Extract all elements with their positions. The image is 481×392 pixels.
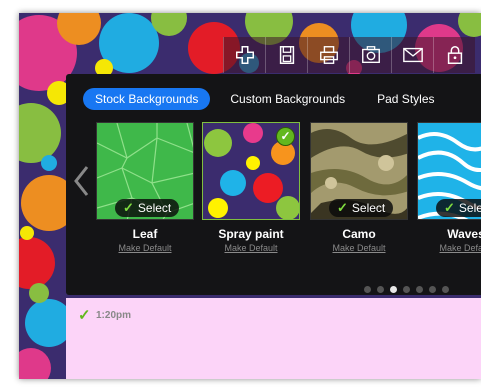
select-button[interactable]: ✓Select <box>115 199 180 217</box>
background-picker-panel: Stock Backgrounds Custom Backgrounds Pad… <box>66 74 481 295</box>
tab-stock-backgrounds[interactable]: Stock Backgrounds <box>83 88 211 110</box>
background-tile-spray-paint[interactable]: ✓ Spray paint Make Default <box>202 122 300 253</box>
select-button[interactable]: ✓Select <box>436 199 481 217</box>
background-name: Spray paint <box>218 227 284 241</box>
lock-icon <box>447 46 462 64</box>
plus-icon <box>235 46 254 64</box>
previous-arrow-icon[interactable] <box>71 164 91 198</box>
toolbar <box>223 37 475 73</box>
camera-button[interactable] <box>349 37 391 73</box>
add-button[interactable] <box>223 37 265 73</box>
print-icon <box>319 46 338 64</box>
check-icon: ✓ <box>123 200 134 215</box>
make-default-link[interactable]: Make Default <box>310 243 408 253</box>
leaf-thumbnail[interactable]: ✓ Select <box>96 122 194 220</box>
note-pad[interactable]: ✓ 1:20pm <box>66 298 481 379</box>
tab-pad-styles[interactable]: Pad Styles <box>365 88 446 110</box>
page-dot[interactable] <box>364 286 371 293</box>
check-icon: ✓ <box>444 200 455 215</box>
page-dot[interactable] <box>377 286 384 293</box>
page-dot-active[interactable] <box>390 286 397 293</box>
select-button[interactable]: ✓Select <box>329 199 394 217</box>
save-icon <box>279 46 294 64</box>
selected-check-icon: ✓ <box>276 127 295 146</box>
make-default-link[interactable]: Make Default <box>417 243 481 253</box>
picker-tabs: Stock Backgrounds Custom Backgrounds Pad… <box>83 88 455 110</box>
spray-paint-thumbnail[interactable]: ✓ <box>202 122 300 220</box>
page-dot[interactable] <box>429 286 436 293</box>
mail-button[interactable] <box>391 37 433 73</box>
background-tiles: ✓ Select Leaf Make Default ✓ Spray paint… <box>96 122 481 262</box>
check-icon: ✓ <box>337 200 348 215</box>
page-dot[interactable] <box>403 286 410 293</box>
page-indicator <box>364 286 455 293</box>
lock-button[interactable] <box>433 37 475 73</box>
page-dot[interactable] <box>442 286 449 293</box>
background-name: Waves <box>447 227 481 241</box>
waves-thumbnail[interactable]: ✓Select <box>417 122 481 220</box>
select-label: Select <box>458 201 481 215</box>
print-button[interactable] <box>307 37 349 73</box>
background-name: Camo <box>342 227 376 241</box>
background-tile-waves[interactable]: ✓Select Waves Make Default <box>417 122 481 253</box>
check-icon: ✓ <box>78 307 91 324</box>
save-button[interactable] <box>265 37 307 73</box>
tab-custom-backgrounds[interactable]: Custom Backgrounds <box>218 88 357 110</box>
background-tile-leaf[interactable]: ✓ Select Leaf Make Default <box>96 122 194 253</box>
page-dot[interactable] <box>416 286 423 293</box>
background-name: Leaf <box>132 227 158 241</box>
camera-icon <box>361 46 380 64</box>
make-default-link[interactable]: Make Default <box>202 243 300 253</box>
background-tile-camo[interactable]: ✓ Select Camo Make Default <box>310 122 408 253</box>
note-timestamp: 1:20pm <box>96 310 132 321</box>
app-window: Stock Backgrounds Custom Backgrounds Pad… <box>19 13 481 379</box>
select-label: Select <box>351 201 386 215</box>
select-label: Select <box>137 201 172 215</box>
camo-thumbnail[interactable]: ✓ Select <box>310 122 408 220</box>
make-default-link[interactable]: Make Default <box>96 243 194 253</box>
mail-icon <box>402 47 423 63</box>
